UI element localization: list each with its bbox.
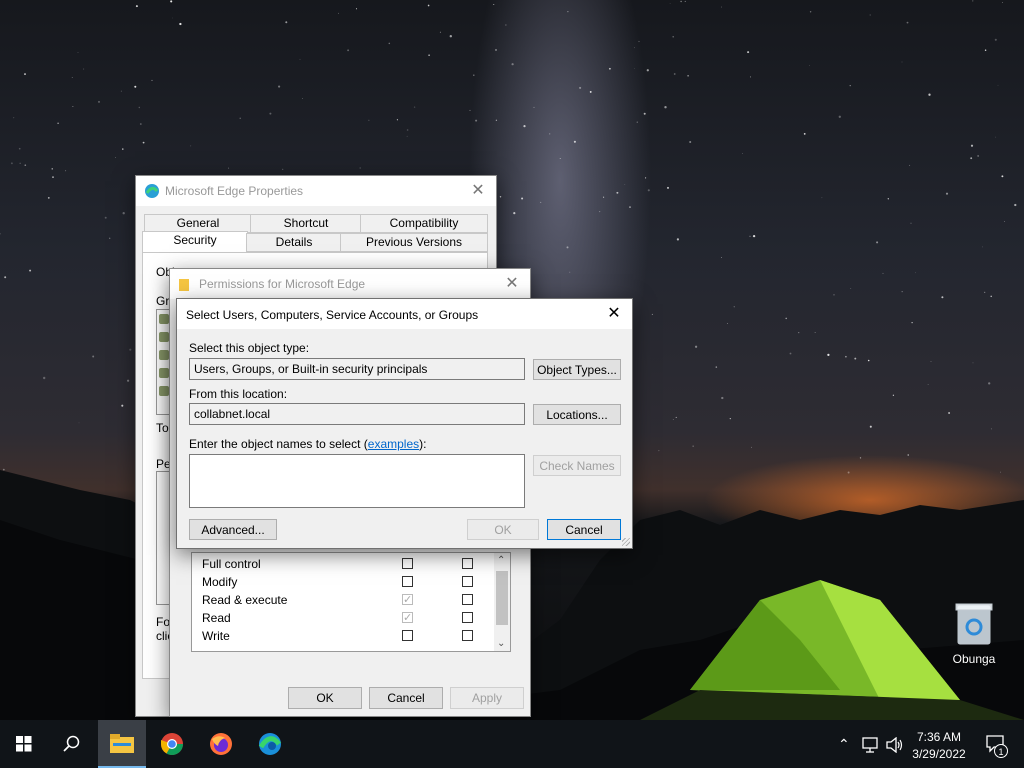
locations-button[interactable]: Locations... [533, 404, 621, 425]
permission-name: Full control [202, 557, 261, 571]
permission-row: Read [202, 609, 492, 627]
select-ok-button[interactable]: OK [467, 519, 539, 540]
tab-compatibility[interactable]: Compatibility [360, 214, 488, 233]
allow-checkbox[interactable] [402, 576, 413, 587]
object-names-label: Enter the object names to select (exampl… [189, 437, 427, 451]
deny-checkbox[interactable] [462, 576, 473, 587]
permissions-ok-button[interactable]: OK [288, 687, 362, 709]
taskbar: ⌃ 7:36 AM 3/29/2022 1 [0, 720, 1024, 768]
notification-count-badge: 1 [994, 744, 1008, 758]
user-icon [159, 386, 169, 396]
properties-title: Microsoft Edge Properties [165, 184, 304, 198]
chrome-icon [161, 733, 183, 755]
edge-icon [145, 184, 159, 198]
deny-checkbox[interactable] [462, 558, 473, 569]
taskbar-file-explorer[interactable] [98, 720, 146, 768]
location-field: collabnet.local [189, 403, 525, 425]
taskbar-firefox[interactable] [197, 720, 245, 768]
allow-checkbox[interactable] [402, 630, 413, 641]
select-cancel-button[interactable]: Cancel [547, 519, 621, 540]
user-icon [159, 332, 169, 342]
deny-checkbox[interactable] [462, 612, 473, 623]
advanced-button[interactable]: Advanced... [189, 519, 277, 540]
permissions-cancel-button[interactable]: Cancel [369, 687, 443, 709]
location-label: From this location: [189, 387, 288, 401]
taskbar-edge[interactable] [246, 720, 294, 768]
select-dialog-title: Select Users, Computers, Service Account… [186, 308, 479, 322]
recycle-bin-label: Obunga [952, 652, 996, 666]
permissions-title: Permissions for Microsoft Edge [199, 277, 366, 291]
tab-shortcut[interactable]: Shortcut [250, 214, 362, 233]
permission-name: Read [202, 611, 231, 625]
deny-checkbox[interactable] [462, 594, 473, 605]
permission-name: Read & execute [202, 593, 288, 607]
user-icon [159, 314, 169, 324]
deny-checkbox[interactable] [462, 630, 473, 641]
tab-details[interactable]: Details [246, 233, 342, 252]
allow-checkbox[interactable] [402, 609, 413, 627]
volume-icon[interactable] [886, 737, 904, 753]
properties-close-button[interactable]: ✕ [468, 181, 488, 201]
object-type-label: Select this object type: [189, 341, 310, 355]
select-dialog-titlebar[interactable]: Select Users, Computers, Service Account… [177, 299, 632, 329]
scroll-thumb[interactable] [496, 571, 508, 625]
object-type-field: Users, Groups, or Built-in security prin… [189, 358, 525, 380]
tray-overflow-icon[interactable]: ⌃ [838, 736, 850, 753]
to-change-label: To [156, 421, 169, 435]
action-center-button[interactable]: 1 [980, 728, 1016, 760]
permission-row: Write [202, 627, 492, 645]
tab-previous-versions[interactable]: Previous Versions [340, 233, 488, 252]
scroll-up-icon[interactable]: ⌃ [497, 555, 505, 566]
user-icon [159, 368, 169, 378]
allow-checkbox[interactable] [402, 591, 413, 609]
file-explorer-icon [110, 734, 134, 753]
tab-security[interactable]: Security [142, 231, 248, 254]
network-icon[interactable] [862, 737, 880, 753]
clock-date[interactable]: 3/29/2022 [908, 747, 970, 761]
list-scrollbar[interactable]: ⌃ ⌄ [494, 553, 510, 651]
permission-row: Full control [202, 555, 492, 573]
select-users-dialog: Select Users, Computers, Service Account… [176, 298, 633, 549]
resize-grip[interactable] [622, 538, 630, 546]
select-dialog-close-button[interactable]: ✕ [604, 304, 624, 324]
permissions-apply-button[interactable]: Apply [450, 687, 524, 709]
permissions-close-button[interactable]: ✕ [502, 274, 522, 294]
taskbar-chrome[interactable] [148, 720, 196, 768]
recycle-bin-icon [955, 603, 993, 645]
object-names-input[interactable] [189, 454, 525, 508]
recycle-bin[interactable]: Obunga [948, 600, 1000, 670]
check-names-button[interactable]: Check Names [533, 455, 621, 476]
permission-name: Modify [202, 575, 238, 589]
for-special-label: Fo [156, 615, 171, 629]
search-icon [63, 735, 80, 752]
start-button[interactable] [0, 720, 48, 768]
permission-name: Write [202, 629, 230, 643]
firefox-icon [210, 733, 232, 755]
windows-icon [16, 736, 32, 752]
permission-entries-list: Full control Modify Read & execute Read Writ… [191, 552, 511, 652]
user-icon [159, 350, 169, 360]
permissions-titlebar[interactable]: Permissions for Microsoft Edge ✕ [170, 269, 530, 299]
folder-icon [179, 279, 189, 291]
clock-time[interactable]: 7:36 AM [908, 730, 970, 744]
edge-icon [258, 733, 281, 755]
examples-link[interactable]: examples [368, 437, 419, 451]
permission-row: Modify [202, 573, 492, 591]
scroll-down-icon[interactable]: ⌄ [497, 638, 505, 649]
properties-titlebar[interactable]: Microsoft Edge Properties ✕ [136, 176, 496, 206]
allow-checkbox[interactable] [402, 558, 413, 569]
object-types-button[interactable]: Object Types... [533, 359, 621, 380]
permission-row: Read & execute [202, 591, 492, 609]
search-button[interactable] [48, 720, 96, 768]
groups-label: Gr [156, 294, 170, 308]
